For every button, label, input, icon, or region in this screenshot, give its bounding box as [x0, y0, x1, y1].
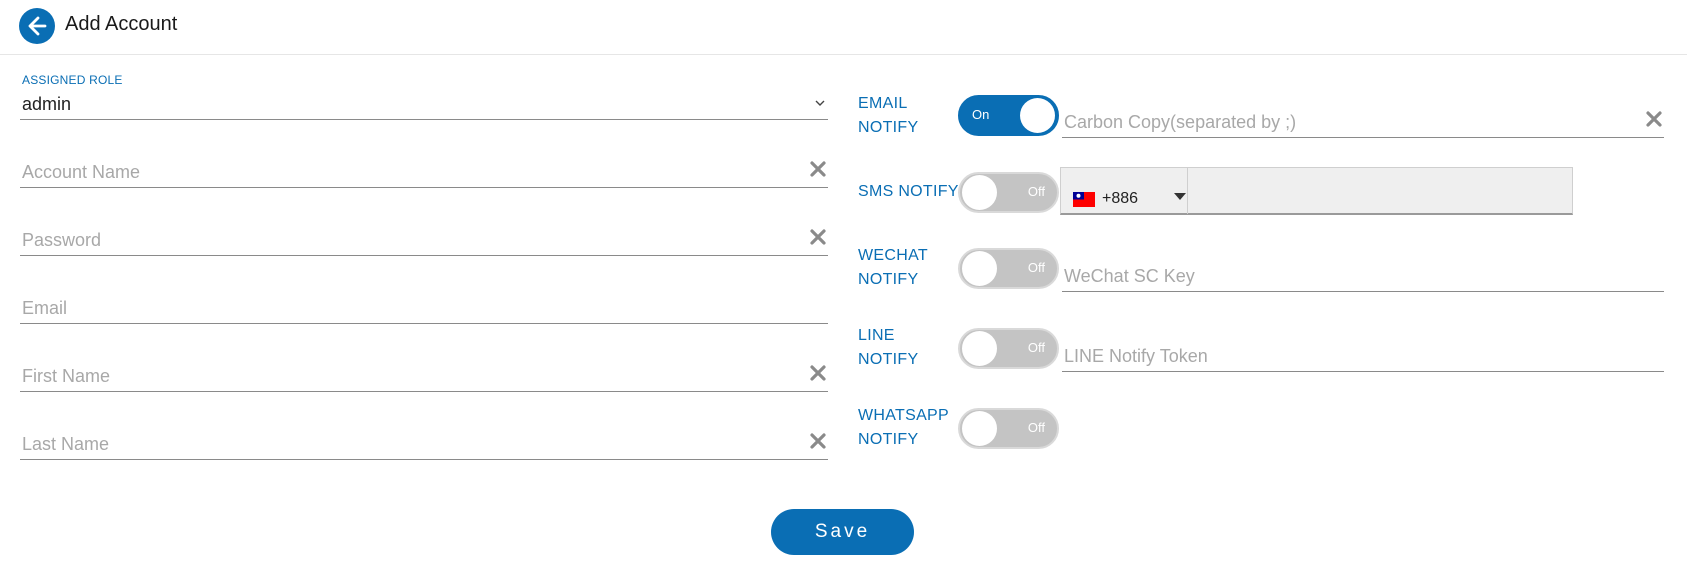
email-notify-label-line1: EMAIL — [858, 95, 908, 112]
clear-icon[interactable] — [808, 431, 828, 451]
assigned-role-label: ASSIGNED ROLE — [22, 73, 123, 87]
page-title: Add Account — [65, 13, 178, 35]
dial-code: +886 — [1102, 190, 1139, 207]
email-notify-label: EMAIL NOTIFY — [858, 92, 918, 140]
sms-notify-label: SMS NOTIFY — [858, 183, 959, 200]
save-button[interactable]: Save — [771, 509, 914, 555]
clear-icon[interactable] — [808, 227, 828, 247]
whatsapp-notify-label-line1: WHATSAPP — [858, 407, 950, 424]
wechat-notify-label: WECHAT NOTIFY — [858, 244, 928, 292]
whatsapp-notify-toggle[interactable]: Off — [958, 408, 1059, 449]
toggle-state-text: Off — [1027, 420, 1045, 435]
carbon-copy-input[interactable] — [1064, 112, 1626, 133]
email-field — [20, 286, 828, 324]
account-name-field — [20, 150, 828, 188]
toggle-state-text: Off — [1027, 184, 1045, 199]
toggle-state-text: Off — [1027, 260, 1045, 275]
line-notify-label: LINE NOTIFY — [858, 324, 918, 372]
caret-down-icon — [1174, 193, 1186, 200]
sms-notify-toggle[interactable]: Off — [958, 172, 1059, 213]
carbon-copy-field — [1062, 100, 1664, 138]
first-name-field — [20, 354, 828, 392]
line-notify-toggle[interactable]: Off — [958, 328, 1059, 369]
page-header: Add Account — [0, 0, 1687, 55]
arrow-left-icon — [28, 16, 47, 36]
line-token-input[interactable] — [1064, 346, 1626, 367]
whatsapp-notify-label-line2: NOTIFY — [858, 431, 919, 448]
wechat-notify-label-line1: WECHAT — [858, 247, 928, 264]
account-name-input[interactable] — [22, 162, 790, 183]
whatsapp-notify-label: WHATSAPP NOTIFY — [858, 404, 949, 452]
line-notify-label-line1: LINE — [858, 327, 895, 344]
wechat-key-input[interactable] — [1064, 266, 1626, 287]
email-input[interactable] — [22, 298, 790, 319]
line-token-field — [1062, 334, 1664, 372]
password-input[interactable] — [22, 230, 790, 251]
wechat-notify-label-line2: NOTIFY — [858, 271, 919, 288]
line-notify-label-line2: NOTIFY — [858, 351, 919, 368]
back-button[interactable] — [19, 8, 55, 44]
toggle-state-text: Off — [1027, 340, 1045, 355]
last-name-field — [20, 422, 828, 460]
phone-number-input[interactable] — [1189, 168, 1572, 214]
clear-icon[interactable] — [1644, 109, 1664, 129]
clear-icon[interactable] — [808, 363, 828, 383]
first-name-input[interactable] — [22, 366, 790, 387]
assigned-role-select[interactable]: admin — [20, 90, 828, 120]
country-code-select[interactable]: +886 — [1061, 168, 1188, 214]
toggle-knob — [962, 251, 997, 286]
last-name-input[interactable] — [22, 434, 790, 455]
wechat-notify-toggle[interactable]: Off — [958, 248, 1059, 289]
clear-icon[interactable] — [808, 159, 828, 179]
phone-number-group: +886 — [1060, 167, 1573, 215]
toggle-knob — [962, 411, 997, 446]
chevron-down-icon — [815, 100, 825, 106]
toggle-state-text: On — [972, 107, 990, 122]
email-notify-label-line2: NOTIFY — [858, 119, 919, 136]
toggle-knob — [962, 175, 997, 210]
assigned-role-value: admin — [22, 94, 72, 114]
wechat-key-field — [1062, 254, 1664, 292]
toggle-knob — [1020, 98, 1055, 133]
email-notify-toggle[interactable]: On — [958, 95, 1059, 136]
taiwan-flag-icon — [1073, 192, 1095, 207]
password-field — [20, 218, 828, 256]
toggle-knob — [962, 331, 997, 366]
